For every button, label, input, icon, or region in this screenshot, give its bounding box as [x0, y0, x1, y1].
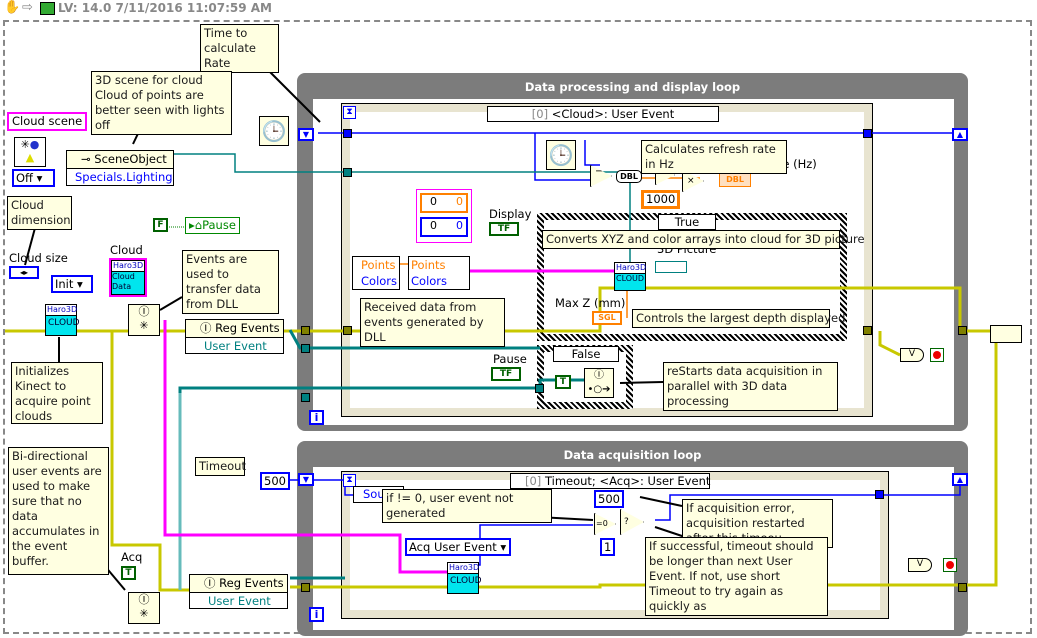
bundle-by-name-node: Points Colors — [408, 256, 470, 290]
colors-array[interactable]: 00 — [420, 217, 468, 237]
true-constant[interactable]: T — [555, 375, 571, 389]
annotation-arrow — [619, 381, 664, 384]
cloud-size-control[interactable]: ◂▸ — [9, 266, 39, 279]
create-user-event-node[interactable]: Ⓘ ✳ — [128, 304, 160, 336]
annotation-arrow — [159, 296, 183, 311]
haro3d-cloud-init-node[interactable]: Haro3D CLOUD — [45, 304, 80, 336]
arrow — [768, 0, 985, 57]
tunnel — [301, 393, 310, 402]
shift-register-init: ▼ — [298, 128, 314, 141]
note-timeout: Timeout — [195, 457, 246, 476]
refresh-rate-indicator: DBL — [719, 173, 751, 187]
int-wire — [584, 140, 600, 166]
note-bidirectional: Bi-directional user events are used to m… — [8, 447, 109, 575]
tunnel — [343, 326, 352, 335]
points-array[interactable]: 00 — [420, 193, 468, 213]
note-events-dll: Events are used to transfer data from DL… — [182, 250, 279, 314]
note-scene: 3D scene for cloud Cloud of points are b… — [91, 71, 232, 135]
timeout-constant[interactable]: 500 — [260, 472, 290, 490]
tunnel — [301, 344, 310, 353]
cluster-wire — [163, 320, 448, 574]
tunnel — [958, 583, 967, 592]
acq-constant[interactable]: T — [121, 566, 136, 580]
note-converts: Converts XYZ and color arrays into cloud… — [542, 230, 865, 249]
note-time-rate: Time to calculate Rate — [200, 24, 279, 73]
cloud-label: Cloud — [110, 243, 143, 257]
tunnel — [875, 490, 884, 499]
shift-register-out: ▲ — [952, 128, 968, 141]
cloud-size-label: Cloud size — [9, 251, 68, 265]
register-events-node[interactable]: Ⓘ Reg Events User Event — [189, 574, 288, 609]
tunnel — [863, 326, 872, 335]
tick-count-clock-icon[interactable]: 🕒 — [546, 140, 576, 170]
error-wire — [878, 331, 901, 357]
init-enum[interactable]: Init ▾ — [51, 275, 93, 293]
note-restarts: reStarts data acquisition in parallel wi… — [663, 362, 838, 411]
false-constant[interactable]: F — [153, 218, 168, 232]
tick-count-clock-icon[interactable]: 🕒 — [259, 116, 289, 146]
or-gate-icon: V — [900, 348, 924, 362]
haro3d-cloud-acq-node[interactable]: Haro3D CLOUD — [447, 562, 482, 594]
cloud-scene-label: Cloud scene — [7, 112, 88, 131]
note-cloud-dimension: Cloud dimension — [7, 196, 72, 230]
shift-register-init: ▼ — [298, 473, 314, 486]
scene-object-property-node[interactable]: ⊸ SceneObject Specials.Lighting — [66, 150, 174, 186]
shift-register — [343, 129, 352, 138]
annotation-arrow — [654, 526, 686, 538]
create-user-event-node[interactable]: Ⓘ ✳ — [128, 592, 160, 624]
timeout-terminal-icon: ⧗ — [343, 106, 356, 119]
note-max-depth: Controls the largest depth displayed — [632, 309, 845, 328]
key-icon: ⊸ — [81, 152, 91, 166]
stop-button-icon[interactable] — [930, 348, 944, 362]
cloud-cluster-constant[interactable]: 00 00 — [416, 189, 472, 243]
timeout-500-constant[interactable]: 500 — [594, 490, 624, 508]
acq-user-event-enum[interactable]: Acq User Event ▾ — [405, 538, 511, 556]
refnum-wire — [178, 378, 590, 393]
note-received: Received data from events generated by D… — [360, 298, 505, 347]
acq-label: Acq — [121, 550, 143, 564]
pause-local-variable[interactable]: ▸⌂Pause — [185, 217, 240, 234]
shift-register-out: ▲ — [952, 473, 968, 486]
event-data-node: Points Colors — [352, 256, 400, 290]
note-refresh-calc: Calculates refresh rate in Hz — [641, 140, 787, 174]
max-z-control[interactable]: SGL — [592, 311, 622, 325]
constant-1000[interactable]: 1000 — [641, 190, 681, 209]
pause-control[interactable]: TF — [491, 367, 521, 381]
3d-picture-indicator — [655, 261, 687, 273]
merge-errors-node[interactable] — [990, 325, 1022, 343]
lighting-enum[interactable]: Off ▾ — [12, 169, 55, 187]
max-z-label: Max Z (mm) — [555, 296, 626, 310]
tunnel — [958, 326, 967, 335]
display-label: Display — [489, 207, 532, 221]
tunnel — [301, 583, 310, 592]
shift-register — [863, 129, 872, 138]
generate-user-event-node[interactable]: Ⓘ •○➔ — [584, 368, 614, 398]
constant-1[interactable]: 1 — [600, 538, 616, 556]
display-control[interactable]: TF — [489, 222, 519, 236]
tunnel — [301, 326, 310, 335]
annotation-arrow — [639, 496, 683, 507]
pause-label: Pause — [493, 352, 527, 366]
error-wire — [290, 340, 998, 589]
to-dbl-node: DBL — [616, 170, 642, 183]
tunnel — [535, 384, 544, 393]
note-if-success: If successful, timeout should be longer … — [645, 537, 828, 616]
or-gate-icon: V — [908, 558, 932, 572]
register-events-node[interactable]: Ⓘ Reg Events User Event — [185, 319, 284, 354]
note-init-kinect: Initializes Kinect to acquire point clou… — [11, 362, 103, 424]
haro3d-cloud-node[interactable]: Haro3D CLOUD — [614, 262, 646, 291]
cloud-scene-control[interactable]: ✳● ▲ — [14, 137, 46, 167]
cloud-data-control[interactable]: Haro3D Cloud Data — [109, 258, 147, 297]
tunnel — [343, 168, 352, 177]
stop-button-icon[interactable] — [943, 558, 957, 572]
note-if-not-zero: if != 0, user event not generated — [382, 489, 552, 523]
